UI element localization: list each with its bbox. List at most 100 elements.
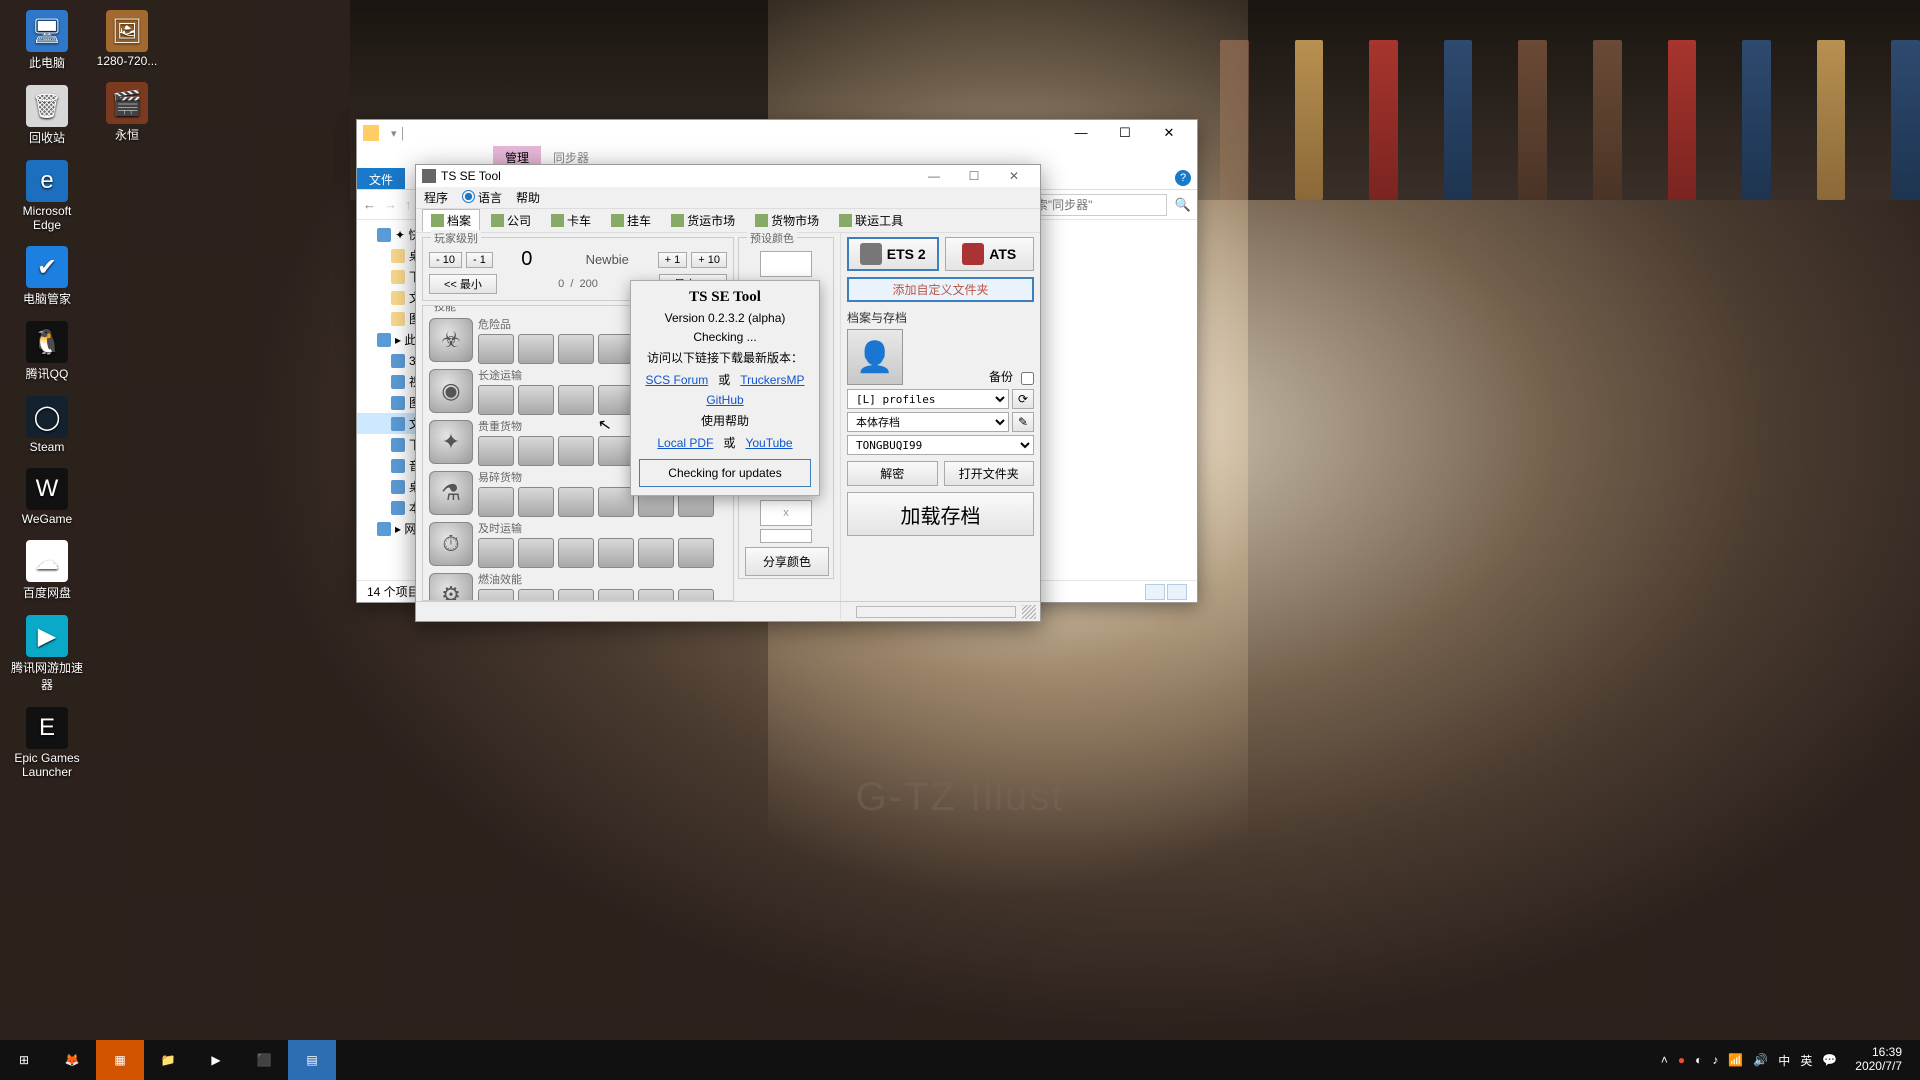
- desktop-icon[interactable]: 🖥此电脑: [10, 10, 84, 71]
- tray-chevron-icon[interactable]: ˄: [1661, 1053, 1668, 1067]
- skill-cell[interactable]: [598, 487, 634, 517]
- skill-cell[interactable]: [558, 487, 594, 517]
- view-details-icon[interactable]: [1145, 584, 1165, 600]
- skill-cell[interactable]: [478, 589, 514, 601]
- add-custom-folder-button[interactable]: 添加自定义文件夹: [847, 277, 1034, 302]
- level-plus-1-button[interactable]: + 1: [658, 252, 688, 268]
- skill-cell[interactable]: [598, 436, 634, 466]
- skill-cell[interactable]: [598, 589, 634, 601]
- link-local-pdf[interactable]: Local PDF: [657, 436, 713, 450]
- skill-cell[interactable]: [478, 487, 514, 517]
- skill-cell[interactable]: [598, 334, 634, 364]
- desktop-icon[interactable]: 🗑回收站: [10, 85, 84, 146]
- skill-cell[interactable]: [558, 334, 594, 364]
- refresh-profiles-button[interactable]: ⟳: [1012, 389, 1034, 409]
- desktop-icon[interactable]: ◯Steam: [10, 396, 84, 454]
- profile-select[interactable]: [L] profiles: [847, 389, 1009, 409]
- explorer-titlebar[interactable]: ▾ │ — ☐ ✕: [357, 120, 1197, 146]
- tray-ime-icon[interactable]: 中: [1778, 1052, 1790, 1069]
- skill-cell[interactable]: [638, 589, 674, 601]
- skill-cell[interactable]: [598, 385, 634, 415]
- menu-item[interactable]: 语言: [462, 189, 502, 206]
- link-scs-forum[interactable]: SCS Forum: [646, 373, 709, 387]
- game-tab-ats[interactable]: ATS: [945, 237, 1035, 271]
- menu-item[interactable]: 帮助: [516, 189, 540, 206]
- tssetool-titlebar[interactable]: TS SE Tool — ☐ ✕: [416, 165, 1040, 187]
- tool-tab[interactable]: 挂车: [602, 209, 660, 232]
- savename-select[interactable]: TONGBUQI99: [847, 435, 1034, 455]
- open-folder-button[interactable]: 打开文件夹: [944, 461, 1035, 486]
- skill-cell[interactable]: [478, 436, 514, 466]
- skill-cell[interactable]: [518, 385, 554, 415]
- desktop-icon[interactable]: ✔电脑管家: [10, 246, 84, 307]
- taskbar-clock[interactable]: 16:39 2020/7/7: [1847, 1046, 1910, 1074]
- link-truckersmp[interactable]: TruckersMP: [740, 373, 804, 387]
- edit-save-button[interactable]: ✎: [1012, 412, 1034, 432]
- tool-tab[interactable]: 联运工具: [830, 209, 912, 232]
- tray-notification-icon[interactable]: 💬: [1822, 1053, 1837, 1067]
- level-plus-10-button[interactable]: + 10: [691, 252, 727, 268]
- nav-up-icon[interactable]: ↑: [405, 197, 412, 212]
- tssetool-maximize-button[interactable]: ☐: [954, 169, 994, 183]
- tool-tab[interactable]: 卡车: [542, 209, 600, 232]
- game-tab-ets2[interactable]: ETS 2: [847, 237, 939, 271]
- skill-cell[interactable]: [678, 538, 714, 568]
- taskbar-app[interactable]: ▦: [96, 1040, 144, 1080]
- tray-icon[interactable]: ◐: [1695, 1053, 1702, 1067]
- tssetool-minimize-button[interactable]: —: [914, 169, 954, 183]
- skill-cell[interactable]: [558, 589, 594, 601]
- skill-cell[interactable]: [518, 487, 554, 517]
- tool-tab[interactable]: 公司: [482, 209, 540, 232]
- explorer-close-button[interactable]: ✕: [1147, 125, 1191, 141]
- skill-cell[interactable]: [478, 538, 514, 568]
- explorer-maximize-button[interactable]: ☐: [1103, 125, 1147, 141]
- skill-cell[interactable]: [558, 436, 594, 466]
- skill-cell[interactable]: [518, 589, 554, 601]
- tool-tab[interactable]: 档案: [422, 209, 480, 232]
- backup-checkbox[interactable]: [1021, 372, 1034, 385]
- desktop-icon[interactable]: ☁百度网盘: [10, 540, 84, 601]
- desktop-icon[interactable]: 🖼1280-720...: [90, 10, 164, 68]
- tool-tab[interactable]: 货运市场: [662, 209, 744, 232]
- skill-cell[interactable]: [558, 385, 594, 415]
- tray-icon[interactable]: ♪: [1712, 1053, 1718, 1067]
- skill-cell[interactable]: [558, 538, 594, 568]
- tray-ime-icon[interactable]: 英: [1800, 1052, 1812, 1069]
- skill-cell[interactable]: [478, 385, 514, 415]
- resize-grip-icon[interactable]: [1022, 605, 1036, 619]
- tssetool-close-button[interactable]: ✕: [994, 169, 1034, 183]
- color-slot[interactable]: x: [760, 500, 812, 526]
- desktop-icon[interactable]: 🐧腾讯QQ: [10, 321, 84, 382]
- tray-network-icon[interactable]: 📶: [1728, 1053, 1743, 1067]
- skill-cell[interactable]: [518, 334, 554, 364]
- taskbar-app[interactable]: 🦊: [48, 1040, 96, 1080]
- share-colors-button[interactable]: 分享颜色: [745, 547, 829, 576]
- tool-tab[interactable]: 货物市场: [746, 209, 828, 232]
- desktop-icon[interactable]: 🎬永恒: [90, 82, 164, 143]
- link-github[interactable]: GitHub: [706, 393, 743, 407]
- level-min-button[interactable]: << 最小: [429, 274, 497, 294]
- color-slot[interactable]: [760, 251, 812, 277]
- desktop-icon[interactable]: EEpic Games Launcher: [10, 707, 84, 779]
- skill-cell[interactable]: [518, 436, 554, 466]
- tray-volume-icon[interactable]: 🔊: [1753, 1053, 1768, 1067]
- ribbon-tab[interactable]: 文件: [357, 168, 405, 189]
- save-select[interactable]: 本体存档: [847, 412, 1009, 432]
- skill-cell[interactable]: [678, 589, 714, 601]
- nav-back-icon[interactable]: ←: [363, 197, 376, 212]
- skill-cell[interactable]: [638, 538, 674, 568]
- desktop-icon[interactable]: ▶腾讯网游加速器: [10, 615, 84, 693]
- load-save-button[interactable]: 加载存档: [847, 492, 1034, 536]
- link-youtube[interactable]: YouTube: [745, 436, 792, 450]
- search-icon[interactable]: 🔍: [1175, 197, 1191, 213]
- start-button[interactable]: ⊞: [0, 1040, 48, 1080]
- level-minus-10-button[interactable]: - 10: [429, 252, 462, 268]
- taskbar-app-active[interactable]: ▤: [288, 1040, 336, 1080]
- tray-icon[interactable]: ●: [1678, 1053, 1685, 1067]
- taskbar-explorer[interactable]: 📁: [144, 1040, 192, 1080]
- explorer-help-icon[interactable]: ?: [1175, 170, 1191, 186]
- taskbar[interactable]: ⊞ 🦊 ▦ 📁 ▶ ⬛ ▤ ˄ ● ◐ ♪ 📶 🔊 中 英 💬 16:39 20…: [0, 1040, 1920, 1080]
- desktop-icon[interactable]: WWeGame: [10, 468, 84, 526]
- view-large-icon[interactable]: [1167, 584, 1187, 600]
- menu-item[interactable]: 程序: [424, 189, 448, 206]
